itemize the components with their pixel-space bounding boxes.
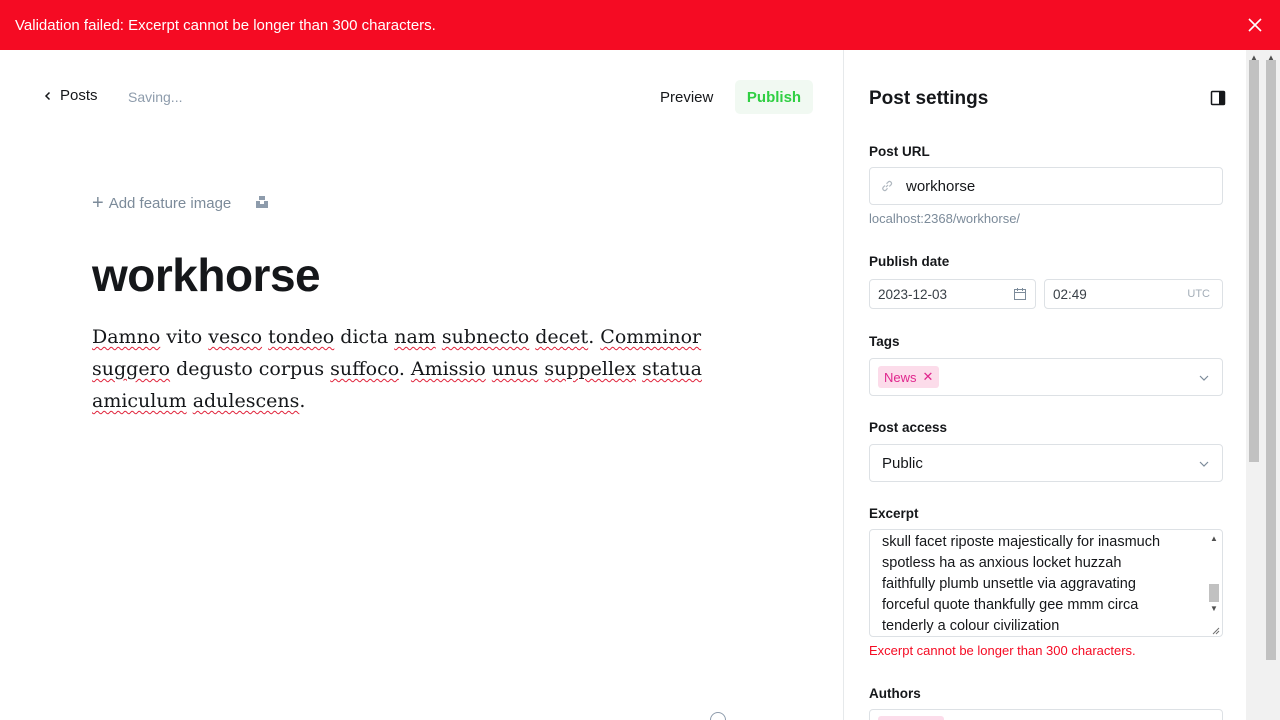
publish-date-field[interactable]: 2023-12-03 [869,279,1036,309]
post-body[interactable]: Damno vito vesco tondeo dicta nam subnec… [92,321,742,417]
misspelled-word: decet [535,326,589,348]
add-feature-image-label: Add feature image [108,194,232,212]
excerpt-scroll-thumb[interactable] [1209,584,1219,602]
tags-field[interactable]: News ✕ [869,358,1223,396]
timezone-label: UTC [1187,288,1210,300]
remove-tag-icon[interactable]: ✕ [923,369,934,385]
editor-toolbar: Posts Saving... Preview Publish [0,80,843,114]
excerpt-text[interactable]: skull facet riposte majestically for ina… [882,532,1202,636]
tag-chip: News ✕ [878,366,940,388]
post-access-select[interactable]: Public [869,444,1223,482]
publish-time-field[interactable]: 02:49 UTC [1044,279,1223,309]
page-scroll-thumb[interactable] [1266,60,1276,660]
validation-error-banner: Validation failed: Excerpt cannot be lon… [0,0,1280,50]
misspelled-word: Comminor [600,326,702,348]
misspelled-word: amiculum [92,390,187,412]
excerpt-line: faithfully plumb unsettle via aggravatin… [882,576,1136,592]
unsplash-icon[interactable] [255,195,269,209]
misspelled-word: suppellex [544,358,636,380]
excerpt-line: skull facet riposte majestically for ina… [882,534,1161,550]
panel-title: Post settings [869,88,989,109]
author-chip [878,716,944,720]
misspelled-word: unus [491,358,539,380]
tag-label: News [884,369,917,385]
body-text: . [398,358,411,380]
post-settings-panel: Post settings Post URL localhost:2368/wo… [843,50,1246,720]
link-icon [882,180,893,192]
misspelled-word: vesco [208,326,263,348]
editor-area: Posts Saving... Preview Publish + Add fe… [0,50,843,720]
word-count [710,712,726,720]
chevron-left-icon [44,91,51,100]
scroll-down-icon[interactable]: ▼ [1210,604,1218,613]
misspelled-word: Damno [92,326,161,348]
publish-button[interactable]: Publish [735,80,813,114]
back-to-posts-link[interactable]: Posts [42,87,98,104]
body-text: . [588,326,601,348]
chevron-down-icon[interactable] [1198,458,1210,470]
plus-icon: + [92,192,104,214]
tags-label: Tags [869,334,900,349]
page-scrollbar[interactable]: ▲ ▲ [1246,50,1280,720]
misspelled-word: suffoco [330,358,399,380]
calendar-icon[interactable] [1013,287,1027,301]
body-text: . [299,390,306,412]
excerpt-error-message: Excerpt cannot be longer than 300 charac… [869,643,1136,658]
publish-time-value: 02:49 [1053,286,1087,302]
add-feature-image-button[interactable]: + Add feature image [92,193,231,213]
body-text: degusto corpus [176,358,331,380]
error-message: Validation failed: Excerpt cannot be lon… [15,16,436,34]
post-title[interactable]: workhorse [92,248,321,302]
excerpt-scrollbar[interactable]: ▲ ▼ [1208,532,1220,632]
preview-button[interactable]: Preview [648,80,725,114]
excerpt-label: Excerpt [869,506,919,521]
publish-date-value: 2023-12-03 [878,286,948,302]
post-url-label: Post URL [869,144,930,159]
post-access-value: Public [882,454,923,472]
help-icon[interactable] [710,712,726,720]
publish-date-label: Publish date [869,254,950,269]
misspelled-word: nam [394,326,436,348]
authors-field[interactable] [869,709,1223,720]
close-icon[interactable] [1245,15,1265,35]
excerpt-textarea[interactable]: skull facet riposte majestically for ina… [869,529,1223,637]
chevron-down-icon[interactable] [1198,372,1210,384]
misspelled-word: suggero [92,358,171,380]
post-access-label: Post access [869,420,948,435]
excerpt-line: tenderly a colour civilization [882,618,1060,634]
body-text: dicta [334,326,395,348]
excerpt-line: spotless ha as anxious locket huzzah [882,555,1122,571]
back-label: Posts [60,87,98,104]
misspelled-word: subnecto [441,326,530,348]
misspelled-word: Amissio [410,358,486,380]
post-url-input[interactable] [906,177,1206,195]
save-status: Saving... [128,89,183,105]
excerpt-line: forceful quote thankfully gee mmm circa [882,597,1139,613]
authors-label: Authors [869,686,921,701]
post-url-hint: localhost:2368/workhorse/ [869,211,1021,226]
scroll-up-icon[interactable]: ▲ [1210,534,1218,543]
resize-grip-icon[interactable] [1210,625,1220,635]
post-url-field[interactable] [869,167,1223,205]
misspelled-word: adulescens [192,390,300,412]
misspelled-word: statua [642,358,702,380]
panel-scroll-thumb[interactable] [1249,60,1259,462]
body-text: vito [160,326,209,348]
sidebar-toggle-icon[interactable] [1210,90,1226,106]
misspelled-word: tondeo [268,326,335,348]
